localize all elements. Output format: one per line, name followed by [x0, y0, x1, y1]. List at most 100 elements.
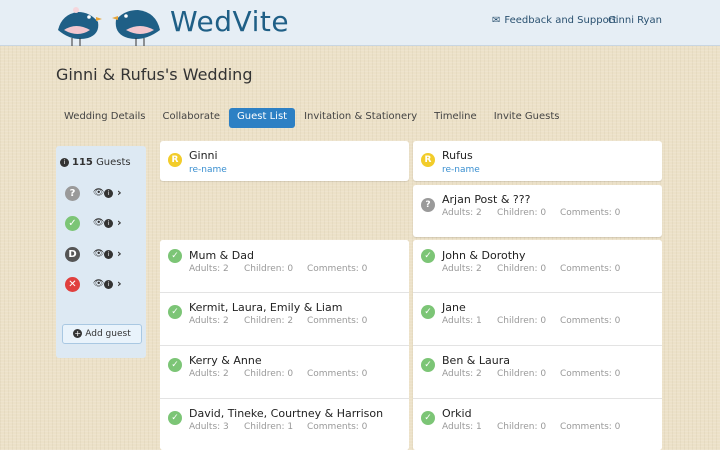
comments-count: Comments: 0: [560, 316, 621, 326]
check-status-icon: ✓: [421, 305, 435, 319]
chevron-right-icon[interactable]: ›: [117, 216, 122, 229]
check-status-icon: ✓: [168, 249, 182, 263]
tab-timeline[interactable]: Timeline: [426, 108, 485, 128]
adults-count: Adults: 2: [442, 208, 482, 218]
comments-count: Comments: 0: [560, 369, 621, 379]
check-status-icon: ✓: [168, 358, 182, 372]
children-count: Children: 0: [497, 264, 547, 274]
rename-link[interactable]: re-name: [189, 165, 227, 175]
tab-wedding-details[interactable]: Wedding Details: [56, 108, 153, 128]
comments-count: Comments: 0: [307, 422, 368, 432]
check-status-icon: ✓: [168, 305, 182, 319]
envelope-icon: ✉: [492, 15, 501, 26]
guest-name: Kermit, Laura, Emily & Liam: [189, 301, 343, 314]
check-status-icon: ✓: [65, 216, 80, 231]
plus-icon: +: [73, 329, 83, 338]
check-status-icon: ✓: [421, 249, 435, 263]
filter-row-declined[interactable]: ✕ 👁 i ›: [65, 277, 141, 295]
d-status-icon: D: [65, 247, 80, 262]
feedback-label: Feedback and Support: [504, 15, 617, 26]
eye-icon[interactable]: 👁: [93, 279, 104, 289]
chevron-right-icon[interactable]: ›: [117, 247, 122, 260]
info-icon[interactable]: i: [104, 280, 113, 289]
filter-row-d[interactable]: D 👁 i ›: [65, 247, 141, 265]
adults-count: Adults: 2: [442, 264, 482, 274]
filter-row-unknown[interactable]: ? 👁 i ›: [65, 186, 141, 204]
lovebirds-logo-icon[interactable]: [54, 0, 164, 46]
comments-count: Comments: 0: [307, 264, 368, 274]
children-count: Children: 0: [497, 208, 547, 218]
adults-count: Adults: 2: [189, 316, 229, 326]
comments-count: Comments: 0: [307, 316, 368, 326]
add-guest-label: Add guest: [85, 329, 131, 339]
brand-name[interactable]: WedVite: [170, 5, 289, 38]
adults-count: Adults: 2: [189, 369, 229, 379]
check-status-icon: ✓: [421, 411, 435, 425]
tab-invite-guests[interactable]: Invite Guests: [486, 108, 568, 128]
guest-card[interactable]: ✓ Ben & Laura Adults: 2 Children: 0 Comm…: [413, 346, 662, 398]
check-status-icon: ✓: [421, 358, 435, 372]
host-card-rufus[interactable]: R Rufus re-name: [413, 141, 662, 181]
guest-name: Orkid: [442, 407, 472, 420]
info-icon[interactable]: i: [104, 219, 113, 228]
adults-count: Adults: 1: [442, 316, 482, 326]
cross-status-icon: ✕: [65, 277, 80, 292]
host-name: Ginni: [189, 149, 218, 162]
adults-count: Adults: 3: [189, 422, 229, 432]
comments-count: Comments: 0: [307, 369, 368, 379]
adults-count: Adults: 2: [189, 264, 229, 274]
children-count: Children: 2: [244, 316, 294, 326]
guest-name: Kerry & Anne: [189, 354, 262, 367]
check-status-icon: ✓: [168, 411, 182, 425]
user-menu-link[interactable]: Ginni Ryan: [608, 15, 662, 26]
guest-card[interactable]: ✓ Jane Adults: 1 Children: 0 Comments: 0: [413, 293, 662, 345]
info-icon: i: [60, 157, 69, 167]
eye-icon[interactable]: 👁: [93, 188, 104, 198]
top-bar: WedVite ✉ Feedback and Support Ginni Ryan: [0, 0, 720, 46]
host-name: Rufus: [442, 149, 473, 162]
comments-count: Comments: 0: [560, 208, 621, 218]
add-guest-button[interactable]: + Add guest: [62, 324, 142, 344]
children-count: Children: 0: [244, 369, 294, 379]
tab-guest-list[interactable]: Guest List: [229, 108, 296, 128]
chevron-right-icon[interactable]: ›: [117, 186, 122, 199]
children-count: Children: 1: [244, 422, 294, 432]
guest-name: Ben & Laura: [442, 354, 510, 367]
adults-count: Adults: 1: [442, 422, 482, 432]
host-badge-icon: R: [421, 153, 435, 167]
host-card-ginni[interactable]: R Ginni re-name: [160, 141, 409, 181]
tab-invitation-stationery[interactable]: Invitation & Stationery: [296, 108, 425, 128]
adults-count: Adults: 2: [442, 369, 482, 379]
guest-name: Arjan Post & ???: [442, 193, 531, 206]
children-count: Children: 0: [497, 316, 547, 326]
comments-count: Comments: 0: [560, 422, 621, 432]
info-icon[interactable]: i: [104, 189, 113, 198]
guest-card[interactable]: ✓ John & Dorothy Adults: 2 Children: 0 C…: [413, 240, 662, 292]
tab-collaborate[interactable]: Collaborate: [154, 108, 228, 128]
guest-list-left: ✓ Mum & Dad Adults: 2 Children: 0 Commen…: [160, 240, 409, 450]
feedback-link[interactable]: ✉ Feedback and Support: [492, 15, 617, 26]
chevron-right-icon[interactable]: ›: [117, 277, 122, 290]
guest-card[interactable]: ✓ Mum & Dad Adults: 2 Children: 0 Commen…: [160, 240, 409, 292]
guest-count: i 115 Guests: [60, 157, 131, 168]
children-count: Children: 0: [497, 369, 547, 379]
guest-card[interactable]: ✓ Kermit, Laura, Emily & Liam Adults: 2 …: [160, 293, 409, 345]
page-title: Ginni & Rufus's Wedding: [56, 65, 253, 84]
guest-card[interactable]: ✓ David, Tineke, Courtney & Harrison Adu…: [160, 399, 409, 450]
guest-count-label: Guests: [96, 157, 131, 168]
eye-icon[interactable]: 👁: [93, 218, 104, 228]
rename-link[interactable]: re-name: [442, 165, 480, 175]
guest-count-number: 115: [72, 157, 93, 168]
question-status-icon: ?: [421, 198, 435, 212]
guest-card[interactable]: ✓ Orkid Adults: 1 Children: 0 Comments: …: [413, 399, 662, 450]
guest-card[interactable]: ✓ Kerry & Anne Adults: 2 Children: 0 Com…: [160, 346, 409, 398]
comments-count: Comments: 0: [560, 264, 621, 274]
eye-icon[interactable]: 👁: [93, 249, 104, 259]
guest-name: David, Tineke, Courtney & Harrison: [189, 407, 384, 420]
info-icon[interactable]: i: [104, 250, 113, 259]
children-count: Children: 0: [244, 264, 294, 274]
guest-card[interactable]: ? Arjan Post & ??? Adults: 2 Children: 0…: [413, 185, 662, 237]
question-status-icon: ?: [65, 186, 80, 201]
filter-row-accepted[interactable]: ✓ 👁 i ›: [65, 216, 141, 234]
host-badge-icon: R: [168, 153, 182, 167]
